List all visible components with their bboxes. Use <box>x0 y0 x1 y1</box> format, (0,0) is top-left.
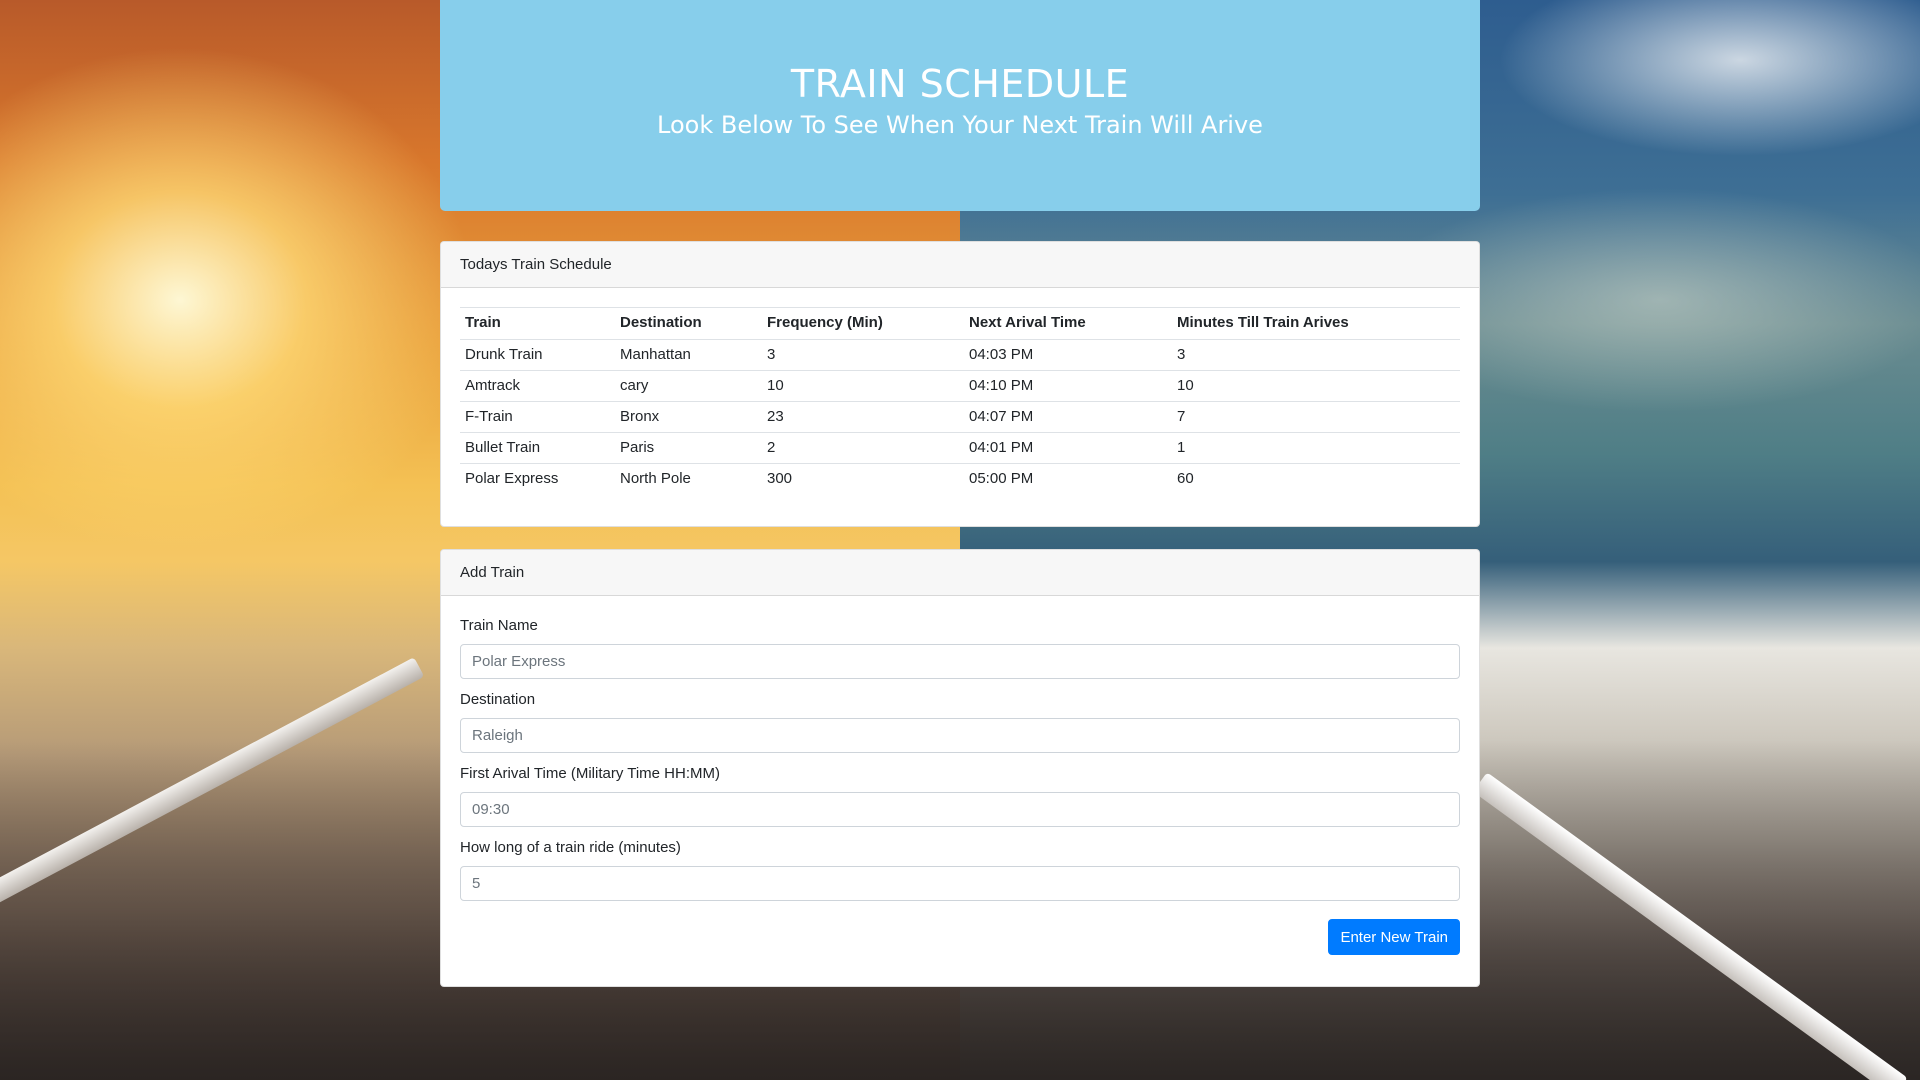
cell-train: Bullet Train <box>460 432 615 464</box>
cell-next-arrival: 04:01 PM <box>964 432 1172 464</box>
cell-destination: Bronx <box>615 401 762 433</box>
cell-next-arrival: 04:07 PM <box>964 401 1172 433</box>
column-header-next-arrival: Next Arival Time <box>964 307 1172 340</box>
train-name-input[interactable] <box>460 644 1460 679</box>
first-arrival-label: First Arival Time (Military Time HH:MM) <box>460 765 720 782</box>
frequency-label: How long of a train ride (minutes) <box>460 839 681 856</box>
add-train-form: Train Name Destination First Arival Time… <box>441 596 1479 955</box>
cell-frequency: 10 <box>762 370 964 402</box>
cell-minutes-away: 3 <box>1172 339 1460 371</box>
table-row: Polar Express North Pole 300 05:00 PM 60 <box>460 464 1460 495</box>
cell-destination: cary <box>615 370 762 402</box>
main-container: TRAIN SCHEDULE Look Below To See When Yo… <box>440 0 1480 987</box>
cell-minutes-away: 7 <box>1172 401 1460 433</box>
frequency-input[interactable] <box>460 866 1460 901</box>
column-header-train: Train <box>460 307 615 340</box>
cell-next-arrival: 05:00 PM <box>969 470 1034 487</box>
cell-next-arrival: 04:03 PM <box>964 339 1172 371</box>
column-header-frequency: Frequency (Min) <box>762 307 964 340</box>
add-train-card: Add Train Train Name Destination First A… <box>440 549 1480 987</box>
cell-frequency: 300 <box>767 470 793 487</box>
schedule-card-header: Todays Train Schedule <box>441 242 1479 288</box>
page-subtitle: Look Below To See When Your Next Train W… <box>657 111 1263 139</box>
table-row: Drunk Train Manhattan 3 04:03 PM 3 <box>460 339 1460 371</box>
destination-input[interactable] <box>460 718 1460 753</box>
button-row: Enter New Train <box>460 919 1460 955</box>
cell-train: Amtrack <box>460 370 615 402</box>
schedule-table: Train Destination Frequency (Min) Next A… <box>460 307 1460 495</box>
cell-destination: North Pole <box>620 470 691 487</box>
schedule-card: Todays Train Schedule Train Destination … <box>440 241 1480 527</box>
cell-frequency: 2 <box>762 432 964 464</box>
schedule-card-body: Train Destination Frequency (Min) Next A… <box>441 288 1479 495</box>
table-row: Amtrack cary 10 04:10 PM 10 <box>460 370 1460 402</box>
column-header-destination: Destination <box>615 307 762 340</box>
table-header-row: Train Destination Frequency (Min) Next A… <box>460 307 1460 340</box>
cell-train: F-Train <box>460 401 615 433</box>
cell-train: Polar Express <box>465 470 559 487</box>
first-arrival-input[interactable] <box>460 792 1460 827</box>
enter-new-train-button[interactable]: Enter New Train <box>1328 919 1460 955</box>
cell-minutes-away: 1 <box>1172 432 1460 464</box>
cell-next-arrival: 04:10 PM <box>964 370 1172 402</box>
table-row: F-Train Bronx 23 04:07 PM 7 <box>460 401 1460 433</box>
cell-destination: Manhattan <box>615 339 762 371</box>
cell-minutes-away: 60 <box>1177 470 1194 487</box>
train-name-label: Train Name <box>460 617 538 634</box>
destination-label: Destination <box>460 691 536 708</box>
cell-frequency: 3 <box>762 339 964 371</box>
form-group-train-name: Train Name <box>460 617 1460 679</box>
form-group-first-arrival: First Arival Time (Military Time HH:MM) <box>460 765 1460 827</box>
add-train-card-header: Add Train <box>441 550 1479 596</box>
cell-minutes-away: 10 <box>1172 370 1460 402</box>
page-title: TRAIN SCHEDULE <box>790 62 1130 106</box>
form-group-destination: Destination <box>460 691 1460 753</box>
jumbotron-header: TRAIN SCHEDULE Look Below To See When Yo… <box>440 0 1480 211</box>
column-header-minutes-away: Minutes Till Train Arives <box>1172 307 1460 340</box>
cell-frequency: 23 <box>762 401 964 433</box>
cell-destination: Paris <box>615 432 762 464</box>
form-group-frequency: How long of a train ride (minutes) <box>460 839 1460 901</box>
cell-train: Drunk Train <box>460 339 615 371</box>
table-row: Bullet Train Paris 2 04:01 PM 1 <box>460 432 1460 464</box>
